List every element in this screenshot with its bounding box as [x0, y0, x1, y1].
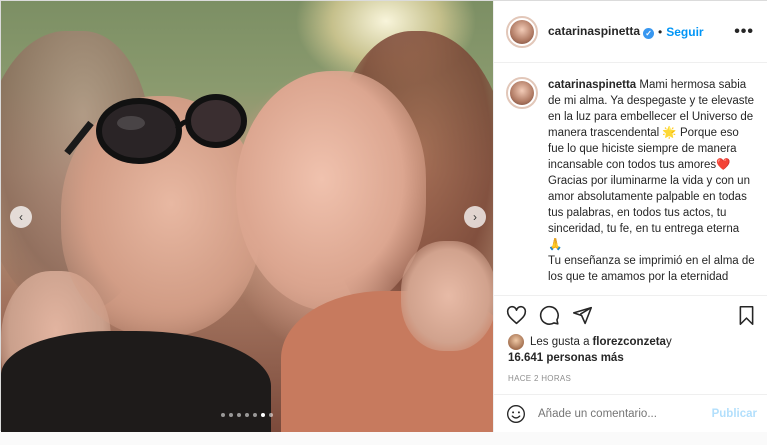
- likes-avatar[interactable]: [508, 334, 524, 350]
- post-header: catarinaspinetta ✓ • Seguir •••: [494, 1, 767, 63]
- carousel-dot: [245, 413, 249, 417]
- caption-line-2: Gracias por iluminarme la vida y con un …: [548, 175, 750, 251]
- caption-line-1: Mami hermosa sabia de mi alma. Ya despeg…: [548, 79, 755, 171]
- carousel-dot: [221, 413, 225, 417]
- chevron-left-icon: ‹: [19, 210, 23, 224]
- emoji-icon[interactable]: [506, 404, 526, 424]
- likes-prefix: Les gusta a: [530, 336, 590, 348]
- header-username[interactable]: catarinaspinetta ✓: [548, 24, 655, 39]
- username-text[interactable]: catarinaspinetta: [548, 24, 640, 38]
- action-icons-row: [494, 296, 767, 334]
- chevron-right-icon: ›: [473, 210, 477, 224]
- caption-text: catarinaspinetta Mami hermosa sabia de m…: [548, 77, 755, 295]
- carousel-dot: [229, 413, 233, 417]
- likes-user[interactable]: florezconzeta: [592, 336, 666, 348]
- carousel-dot: [269, 413, 273, 417]
- publish-button[interactable]: Publicar: [712, 408, 757, 420]
- verified-badge-icon: ✓: [643, 28, 655, 39]
- share-icon[interactable]: [572, 305, 593, 326]
- likes-line: Les gusta a florezconzeta y: [494, 334, 767, 350]
- more-options-icon[interactable]: •••: [734, 23, 754, 41]
- photo-face-right: [236, 71, 426, 311]
- caption-line-3: Tu enseñanza se imprimió en el alma de l…: [548, 255, 755, 283]
- instagram-post-modal: ‹ › catarinaspinetta ✓ • Seguir ••• catar…: [0, 0, 767, 432]
- avatar[interactable]: [506, 15, 538, 48]
- comment-input[interactable]: [538, 407, 712, 420]
- post-photo[interactable]: ‹ ›: [1, 1, 493, 432]
- post-sidebar: catarinaspinetta ✓ • Seguir ••• catarinas…: [493, 1, 767, 432]
- carousel-next-button[interactable]: ›: [464, 206, 486, 228]
- photo-hand: [401, 241, 493, 351]
- comment-bar: Publicar: [494, 394, 767, 432]
- carousel-dot: [261, 413, 265, 417]
- heart-icon[interactable]: [506, 305, 527, 326]
- header-separator: •: [658, 24, 663, 39]
- likes-suffix: y: [665, 336, 672, 348]
- caption-username[interactable]: catarinaspinetta: [548, 79, 636, 91]
- carousel-dot: [237, 413, 241, 417]
- carousel-indicator: [1, 413, 493, 417]
- comment-icon[interactable]: [539, 305, 560, 326]
- follow-button[interactable]: Seguir: [666, 25, 703, 39]
- caption-area: catarinaspinetta Mami hermosa sabia de m…: [494, 63, 767, 295]
- bookmark-icon[interactable]: [736, 305, 757, 326]
- likes-count[interactable]: 16.641 personas más: [494, 350, 767, 364]
- carousel-dot: [253, 413, 257, 417]
- carousel-prev-button[interactable]: ‹: [10, 206, 32, 228]
- post-timestamp[interactable]: Hace 2 horas: [494, 364, 767, 383]
- photo-sunglasses: [64, 94, 247, 164]
- caption-avatar[interactable]: [506, 77, 538, 109]
